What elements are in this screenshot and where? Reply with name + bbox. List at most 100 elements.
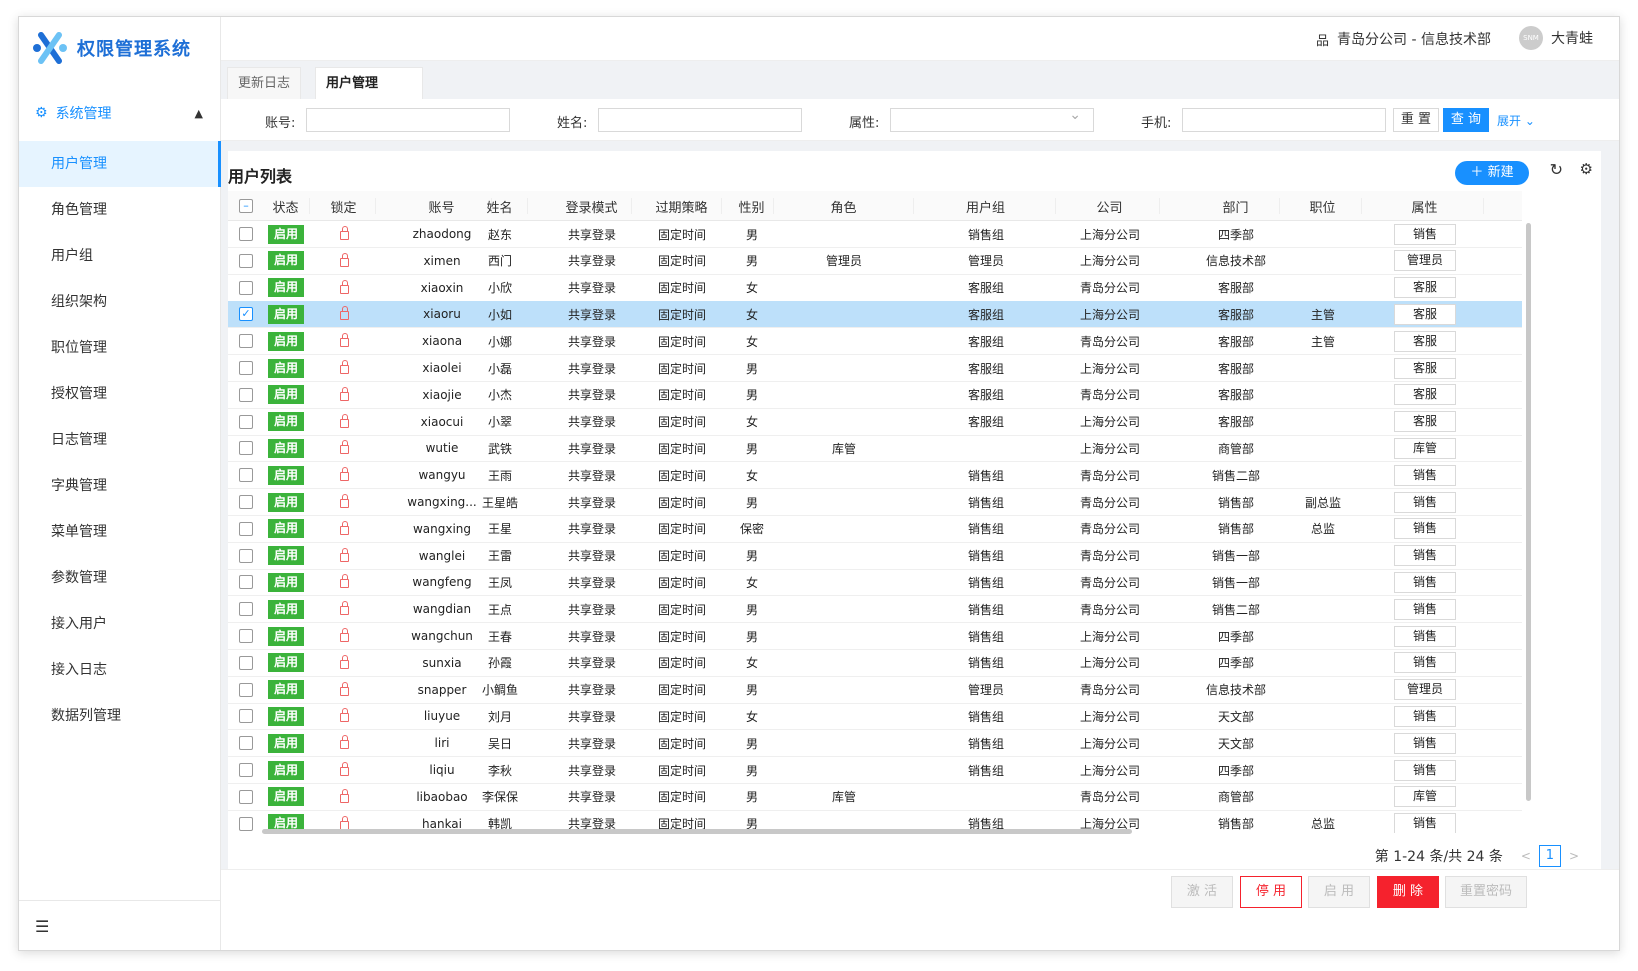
enable-button[interactable]: 启 用 (1308, 876, 1370, 908)
row-checkbox[interactable] (234, 355, 258, 381)
status-badge[interactable]: 启用 (268, 278, 304, 298)
status-badge[interactable]: 启用 (268, 626, 304, 646)
checkbox-box[interactable] (239, 334, 253, 349)
status-badge[interactable]: 启用 (268, 546, 304, 566)
unlock-icon[interactable] (339, 547, 349, 562)
table-row[interactable]: ✓ 启用 xiaoru 小如 共享登录 固定时间女客服组 上海分公司 客服部 主管 客服 (228, 301, 1522, 329)
status-badge[interactable]: 启用 (268, 760, 304, 780)
query-button[interactable]: 查 询 (1443, 108, 1489, 132)
checkbox-box[interactable] (239, 227, 253, 241)
checkbox-box[interactable] (239, 736, 253, 751)
unlock-icon[interactable] (339, 467, 349, 482)
row-checkbox[interactable] (234, 382, 258, 408)
row-checkbox[interactable] (234, 489, 258, 515)
disable-button[interactable]: 停 用 (1240, 876, 1302, 908)
checkbox-box[interactable] (239, 414, 253, 429)
table-row[interactable]: 启用 xiaojie 小杰 共享登录 固定时间男客服组 青岛分公司 客服部 客服 (228, 382, 1522, 409)
expand-link[interactable]: 展开 ⌄ (1497, 112, 1535, 129)
row-checkbox[interactable] (234, 569, 258, 595)
row-checkbox[interactable] (234, 703, 258, 729)
account-input[interactable] (306, 108, 510, 132)
unlock-icon[interactable] (339, 601, 349, 616)
tab-update-log[interactable]: 更新日志 (227, 67, 301, 99)
unlock-icon[interactable] (339, 628, 349, 642)
unlock-icon[interactable] (339, 413, 349, 428)
row-checkbox[interactable] (234, 275, 258, 301)
status-badge[interactable]: 启用 (268, 519, 304, 539)
status-badge[interactable]: 启用 (268, 251, 304, 271)
name-input[interactable] (598, 108, 802, 132)
reset-button[interactable]: 重 置 (1393, 108, 1439, 132)
row-checkbox[interactable] (234, 811, 258, 833)
checkbox-box[interactable] (239, 575, 253, 590)
column-header-gender[interactable]: 性别 (730, 198, 774, 214)
row-checkbox[interactable] (234, 543, 258, 569)
checkbox-box[interactable] (239, 629, 253, 643)
unlock-icon[interactable] (339, 333, 349, 348)
sidebar-item[interactable]: 授权管理 (19, 371, 221, 417)
unlock-icon[interactable] (339, 574, 349, 589)
unlock-icon[interactable] (339, 654, 349, 669)
menu-group-system[interactable]: ⚙ 系统管理 ▲ (19, 93, 221, 133)
row-checkbox[interactable] (234, 435, 258, 461)
table-row[interactable]: 启用 wangyu 王雨 共享登录 固定时间女销售组 青岛分公司 销售二部 销售 (228, 462, 1522, 490)
row-checkbox[interactable] (234, 462, 258, 488)
checkbox-box[interactable] (239, 816, 253, 831)
sidebar-item[interactable]: 参数管理 (19, 555, 221, 601)
sidebar-item[interactable]: 用户管理 (19, 141, 221, 187)
status-badge[interactable]: 启用 (268, 438, 304, 458)
status-badge[interactable]: 启用 (268, 465, 304, 485)
page-1-button[interactable]: 1 (1538, 845, 1561, 867)
horizontal-scrollbar[interactable] (262, 829, 1132, 834)
unlock-icon[interactable] (339, 440, 349, 455)
table-row[interactable]: 启用 snapper 小鲷鱼 共享登录 固定时间男管理员 青岛分公司 信息技术部 管理员 (228, 677, 1522, 704)
sidebar-item[interactable]: 用户组 (19, 233, 221, 279)
table-row[interactable]: 启用 liqiu 李秋 共享登录 固定时间男销售组 上海分公司 四季部 销售 (228, 757, 1522, 784)
table-row[interactable]: 启用 sunxia 孙霞 共享登录 固定时间女销售组 上海分公司 四季部 销售 (228, 650, 1522, 677)
table-row[interactable]: 启用 wangchun 王春 共享登录 固定时间男销售组 上海分公司 四季部 销售 (228, 623, 1522, 650)
checkbox-box[interactable] (239, 468, 253, 483)
column-header-attribute[interactable]: 属性 (1366, 198, 1484, 214)
checkbox-box[interactable] (239, 521, 253, 536)
column-header-company[interactable]: 公司 (1060, 198, 1160, 214)
status-badge[interactable]: 启用 (268, 733, 304, 753)
checkbox-box[interactable] (239, 709, 253, 724)
row-checkbox[interactable] (234, 730, 258, 756)
table-row[interactable]: 启用 xiaolei 小磊 共享登录 固定时间男客服组 上海分公司 客服部 客服 (228, 355, 1522, 382)
next-page-button[interactable]: > (1569, 849, 1579, 863)
column-header-status[interactable]: 状态 (262, 198, 310, 214)
unlock-icon[interactable] (339, 708, 349, 723)
table-row[interactable]: 启用 zhaodong 赵东 共享登录 固定时间男销售组 上海分公司 四季部 销售 (228, 221, 1522, 248)
unlock-icon[interactable] (339, 306, 349, 321)
row-checkbox[interactable] (234, 757, 258, 783)
sidebar-item[interactable]: 角色管理 (19, 187, 221, 233)
column-header-login-mode[interactable]: 登录模式 (552, 198, 632, 214)
column-header-expire-policy[interactable]: 过期策略 (642, 198, 722, 214)
status-badge[interactable]: 启用 (268, 304, 304, 324)
status-badge[interactable]: 启用 (268, 412, 304, 432)
checkbox-box[interactable] (239, 280, 253, 295)
status-badge[interactable]: 启用 (268, 358, 304, 378)
status-badge[interactable]: 启用 (268, 680, 304, 700)
unlock-icon[interactable] (339, 252, 349, 267)
column-header-role[interactable]: 角色 (774, 198, 914, 214)
select-all-checkbox[interactable]: – (234, 198, 258, 214)
row-checkbox[interactable] (234, 221, 258, 247)
new-user-button[interactable]: ＋ 新建 (1455, 161, 1529, 185)
sidebar-item[interactable]: 数据列管理 (19, 693, 221, 739)
status-badge[interactable]: 启用 (268, 653, 304, 673)
vertical-scrollbar[interactable] (1526, 223, 1531, 801)
phone-input[interactable] (1182, 108, 1386, 132)
checkbox-box[interactable] (239, 789, 253, 804)
column-header-position[interactable]: 职位 (1284, 198, 1362, 214)
sidebar-item[interactable]: 职位管理 (19, 325, 221, 371)
refresh-icon[interactable]: ↻ (1550, 160, 1563, 179)
table-row[interactable]: 启用 xiaoxin 小欣 共享登录 固定时间女客服组 青岛分公司 客服部 客服 (228, 275, 1522, 302)
sidebar-item[interactable]: 接入日志 (19, 647, 221, 693)
sidebar-item[interactable]: 菜单管理 (19, 509, 221, 555)
checkbox-box[interactable] (239, 253, 253, 268)
tab-user-management[interactable]: 用户管理↻× (315, 67, 423, 123)
table-row[interactable]: 启用 wutie 武铁 共享登录 固定时间男库管 上海分公司 商管部 库管 (228, 435, 1522, 463)
sidebar-item[interactable]: 组织架构 (19, 279, 221, 325)
table-row[interactable]: 启用 libaobao 李保保 共享登录 固定时间男库管 青岛分公司 商管部 库管 (228, 784, 1522, 811)
